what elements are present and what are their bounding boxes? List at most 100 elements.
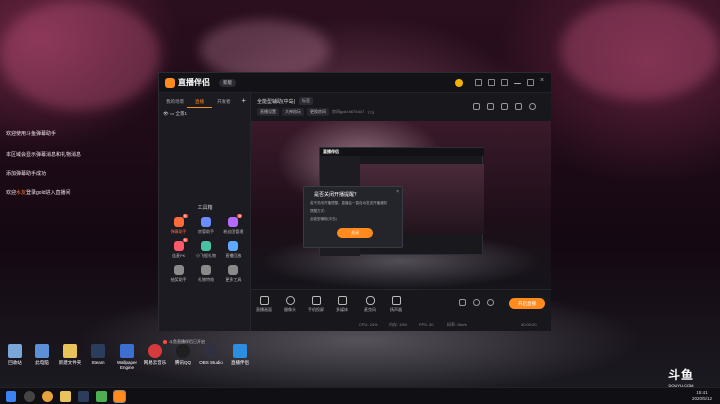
tool-pk[interactable]: 新连麦PK (165, 238, 192, 259)
tab-live[interactable]: 直播 (187, 97, 212, 108)
screenshot-icon[interactable] (473, 103, 480, 110)
desktop-icon-obs[interactable]: OBS Studio (196, 344, 226, 365)
search-icon[interactable] (24, 391, 35, 402)
fan-club-icon: 新 (228, 214, 243, 227)
stream-tag[interactable]: 标签 (299, 97, 313, 105)
monitor-icon (259, 296, 269, 305)
avatar[interactable] (455, 79, 463, 87)
effects-icon (200, 265, 211, 275)
pk-icon: 新 (173, 238, 188, 251)
tool-more[interactable]: 更多工具 (220, 265, 247, 283)
left-panel: 我的场景 直播 开发者 + 👁 ▭ 全景1 工具箱 新弹幕助手 房管助手 新粉丝… (159, 93, 251, 344)
tool-room-manager[interactable]: 房管助手 (192, 217, 219, 235)
desktop-icon-recycle-bin[interactable]: 回收站 (0, 344, 30, 365)
left-footer: 斗鱼直播伴侣已开启 (163, 339, 205, 345)
room-manager-icon (200, 217, 211, 227)
start-icon[interactable] (6, 391, 16, 402)
add-scene-button[interactable]: + (241, 96, 246, 105)
app-taskbar-icon[interactable] (96, 391, 107, 402)
gear-icon[interactable] (487, 299, 494, 306)
stream-title: 全能型辅助(中岛) (257, 99, 296, 105)
douyu-watermark: 斗鱼 DOUYU.COM (667, 368, 694, 388)
chrome-icon[interactable] (42, 391, 53, 402)
tab-my-scenes[interactable]: 我的场景 (163, 97, 187, 108)
dialog-confirm-button[interactable]: 关闭 (337, 228, 373, 238)
close-icon[interactable]: × (540, 76, 548, 86)
video-icon[interactable] (459, 299, 466, 306)
dialog-option[interactable]: 全能型辅助(中岛) (310, 217, 398, 222)
lottery-icon (173, 265, 184, 275)
app-logo: 直播伴侣 (165, 77, 210, 88)
danmaku-line-4: 欢迎水友登录gold进入直播间 (6, 190, 71, 196)
replay-icon (228, 241, 239, 251)
desktop-icon-qq[interactable]: 腾讯QQ (168, 344, 198, 365)
share-icon[interactable] (529, 103, 536, 110)
btn-phone-cast[interactable]: 手机投屏 (305, 296, 327, 313)
chip-category[interactable]: 大神陪玩 (282, 108, 304, 116)
btn-media[interactable]: 多媒体 (331, 296, 353, 313)
tool-lottery[interactable]: 抽奖助手 (165, 265, 192, 283)
desktop-icon-this-pc[interactable]: 此电脑 (27, 344, 57, 365)
microphone-icon (365, 296, 375, 305)
danmaku-line-3: 添加弹幕助手成功 (6, 171, 47, 177)
room-info: 房间gold 8675447 (332, 109, 365, 114)
status-dot-icon (163, 340, 167, 344)
system-clock: 15:41 2020/5/12 (691, 390, 712, 401)
desktop-icon-new-folder[interactable]: 新建文件夹 (55, 344, 85, 365)
dialog-close-icon[interactable]: × (396, 189, 399, 195)
go-live-button[interactable]: 开启直播 (509, 298, 545, 309)
btn-camera[interactable]: 摄像头 (279, 296, 301, 313)
dialog-method: 提醒方式： (310, 209, 328, 213)
eye-icon[interactable] (473, 299, 480, 306)
chip-live-settings[interactable]: 直播设置 (257, 108, 279, 116)
settings-icon[interactable] (501, 79, 508, 86)
stream-header: 全能型辅助(中岛) 标签 直播设置 大神陪玩 更换房间 房间gold 86754… (251, 93, 551, 121)
toolbox-header: 工具箱 (197, 205, 213, 211)
btn-speaker[interactable]: 扬声器 (385, 296, 407, 313)
bottom-toolbar: 直播画面 摄像头 手机投屏 多媒体 麦克风 扬声器 开启直播 CPU: 24% … (251, 289, 551, 331)
tool-fan-club[interactable]: 新粉丝团管理 (220, 214, 247, 235)
layout-icon[interactable] (501, 103, 508, 110)
danmaku-line-2: 本区域会显示弹幕消息和礼物消息 (6, 152, 82, 158)
version-chip[interactable]: 新版 (219, 79, 236, 87)
stream-chips: 直播设置 大神陪玩 更换房间 房间gold 8675447 773 (257, 108, 374, 116)
message-icon[interactable] (475, 79, 482, 86)
taskbar: 15:41 2020/5/12 (0, 387, 720, 404)
gift-icon[interactable] (488, 79, 495, 86)
chip-change-room[interactable]: 更换房间 (307, 108, 329, 116)
live-timer: 00:00:00 (521, 322, 537, 327)
desktop-icon-wallpaper-engine[interactable]: Wallpaper Engine (112, 344, 142, 370)
minimize-icon[interactable] (514, 83, 521, 84)
scene-item[interactable]: 👁 ▭ 全景1 (163, 111, 187, 117)
tab-developer[interactable]: 开发者 (212, 97, 236, 108)
tool-replay[interactable]: 直播回放 (220, 241, 247, 259)
danmaku-icon: 新 (173, 214, 188, 227)
fps-stat: FPS: 30 (419, 322, 434, 327)
desktop-icon-steam[interactable]: Steam (83, 344, 113, 365)
folder-icon[interactable] (60, 391, 71, 402)
bell-icon[interactable] (515, 103, 522, 110)
live-companion-taskbar-icon[interactable] (113, 390, 126, 403)
phone-icon (311, 296, 321, 305)
dialog-desc: 若不关闭开播提醒，直播会一直自动发送开播通知 (310, 201, 387, 205)
tool-gift-effects[interactable]: 礼物特效 (192, 265, 219, 283)
title-bar: 直播伴侣 新版 × (159, 73, 551, 93)
desktop-icon-netease-music[interactable]: 网易云音乐 (140, 344, 170, 365)
steam-taskbar-icon[interactable] (78, 391, 89, 402)
record-icon[interactable] (487, 103, 494, 110)
app-logo-icon (165, 77, 175, 88)
btn-microphone[interactable]: 麦克风 (359, 296, 381, 313)
cpu-stat: CPU: 24% (359, 322, 378, 327)
dialog-question: 是否关闭开播提醒？ (314, 192, 360, 198)
tool-danmaku-assistant[interactable]: 新弹幕助手 (165, 214, 192, 235)
tool-gift[interactable]: 小飞棍礼物 (192, 241, 219, 259)
camera-icon (285, 296, 295, 305)
left-tabs: 我的场景 直播 开发者 (159, 93, 250, 108)
speaker-icon (391, 296, 401, 305)
maximize-icon[interactable] (527, 79, 534, 86)
btn-screen-capture[interactable]: 直播画面 (253, 296, 275, 313)
desktop-icon-live-companion[interactable]: 直播伴侣 (225, 344, 255, 365)
bitrate-stat: 码率: 0kb/s (447, 322, 467, 327)
live-companion-window: 直播伴侣 新版 × 我的场景 直播 开发者 + 👁 ▭ 全景1 工具箱 新弹幕助… (158, 72, 551, 344)
more-icon (228, 265, 239, 275)
